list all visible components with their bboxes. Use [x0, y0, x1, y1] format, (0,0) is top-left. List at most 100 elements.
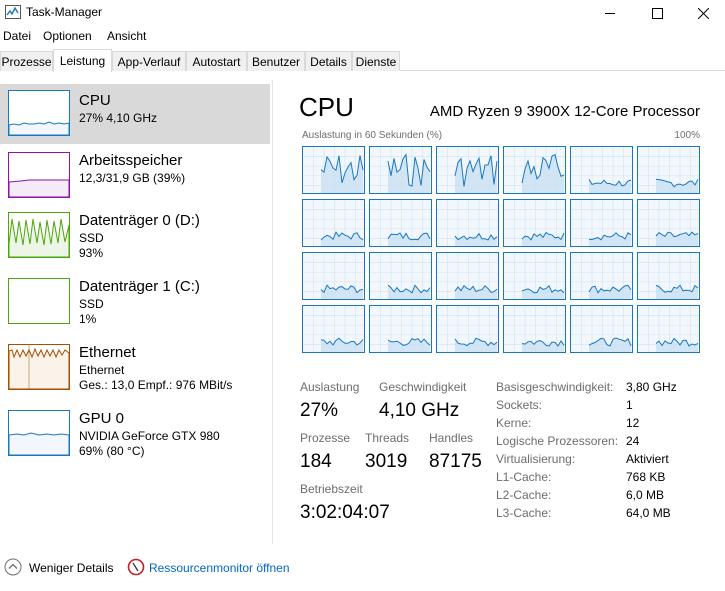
sidebar-item-disk0-title: Datenträger 0 (D:): [79, 212, 200, 229]
core-graph: [369, 199, 432, 247]
menu-ansicht[interactable]: Ansicht: [107, 29, 146, 43]
core-graph: [637, 305, 700, 353]
core-graph: [637, 199, 700, 247]
menu-optionen[interactable]: Optionen: [43, 29, 92, 43]
cpu-model: AMD Ryzen 9 3900X 12-Core Processor: [429, 103, 700, 120]
sidebar-divider: [272, 80, 273, 544]
minimize-button[interactable]: [587, 0, 633, 26]
utilization-label: Auslastung: [300, 380, 360, 394]
sidebar-item-cpu-title: CPU: [79, 92, 111, 109]
sidebar-item-disk1-line2: 1%: [79, 312, 97, 326]
tab-autostart[interactable]: Autostart: [186, 51, 247, 71]
info-label-virtualization: Virtualisierung:: [496, 452, 576, 466]
processes-value: 184: [300, 451, 332, 472]
info-value-l3-cache: 64,0 MB: [626, 506, 671, 520]
page-title: CPU: [299, 92, 354, 122]
chevron-up-icon: [4, 558, 22, 579]
info-label-sockets: Sockets:: [496, 398, 543, 412]
tab-prozesse[interactable]: Prozesse: [0, 51, 53, 71]
core-graph: [436, 199, 499, 247]
core-graph: [302, 146, 365, 194]
utilization-value: 27%: [300, 400, 339, 421]
core-graph: [369, 146, 432, 194]
info-label-l1-cache: L1-Cache:: [496, 470, 552, 484]
disk1-thumbnail: [8, 278, 70, 324]
core-graph: [302, 305, 365, 353]
core-graph: [503, 305, 566, 353]
sidebar-item-disk1-line1: SSD: [79, 297, 104, 311]
sidebar-item-memory-title: Arbeitsspeicher: [79, 152, 183, 169]
tab-bar: Prozesse Leistung App-Verlauf Autostart …: [0, 49, 725, 72]
info-value-l1-cache: 768 KB: [626, 470, 666, 484]
gpu-thumbnail: [8, 410, 70, 456]
core-graph: [436, 146, 499, 194]
sidebar-item-gpu-line1: NVIDIA GeForce GTX 980: [79, 429, 220, 443]
info-value-cores: 12: [626, 416, 640, 430]
sidebar-item-gpu-title: GPU 0: [79, 410, 125, 427]
sidebar-item-ethernet-line1: Ethernet: [79, 363, 125, 377]
sidebar-item-gpu-line2: 69% (80 °C): [79, 444, 145, 458]
maximize-button[interactable]: [634, 0, 680, 26]
core-graph: [503, 199, 566, 247]
footer: Weniger Details Ressourcenmonitor öffnen: [0, 555, 725, 581]
handles-value: 87175: [429, 451, 482, 472]
handles-label: Handles: [429, 431, 474, 445]
sidebar-item-cpu-line1: 27% 4,10 GHz: [79, 111, 158, 125]
task-manager-icon: [5, 5, 21, 20]
graph-max-label: 100%: [674, 130, 700, 141]
tab-details[interactable]: Details: [305, 51, 352, 71]
info-label-base-speed: Basisgeschwindigkeit:: [496, 380, 614, 394]
core-graph: [637, 252, 700, 300]
speed-value: 4,10 GHz: [379, 400, 460, 421]
info-value-base-speed: 3,80 GHz: [626, 380, 677, 394]
core-graph: [570, 146, 633, 194]
sidebar-item-memory-line1: 12,3/31,9 GB (39%): [79, 171, 186, 185]
speed-label: Geschwindigkeit: [379, 380, 467, 394]
info-value-virtualization: Aktiviert: [626, 452, 669, 466]
tab-app-verlauf[interactable]: App-Verlauf: [112, 51, 186, 71]
info-label-cores: Kerne:: [496, 416, 532, 430]
memory-thumbnail: [8, 152, 70, 198]
resource-monitor-icon: [127, 558, 145, 579]
core-graph: [503, 146, 566, 194]
core-graphs-grid: [302, 146, 702, 353]
window-title: Task-Manager: [26, 5, 103, 19]
ethernet-thumbnail: [8, 344, 70, 390]
cpu-thumbnail: [8, 90, 70, 136]
sidebar-item-ethernet-line2: Ges.: 13,0 Empf.: 976 MBit/s: [79, 378, 233, 392]
graph-caption: Auslastung in 60 Sekunden (%): [302, 130, 443, 141]
core-graph: [436, 252, 499, 300]
core-graph: [637, 146, 700, 194]
sidebar-item-disk0-line2: 93%: [79, 246, 104, 260]
core-graph: [570, 199, 633, 247]
info-label-l3-cache: L3-Cache:: [496, 506, 552, 520]
uptime-value: 3:02:04:07: [300, 502, 390, 523]
core-graph: [302, 252, 365, 300]
sidebar-item-disk1-title: Datenträger 1 (C:): [79, 278, 200, 295]
tab-leistung[interactable]: Leistung: [53, 49, 112, 72]
tab-dienste[interactable]: Dienste: [352, 51, 400, 71]
uptime-label: Betriebszeit: [300, 482, 363, 496]
core-graph: [570, 305, 633, 353]
resource-monitor-label: Ressourcenmonitor öffnen: [149, 561, 290, 575]
core-graph: [436, 305, 499, 353]
threads-value: 3019: [365, 451, 408, 472]
core-graph: [369, 252, 432, 300]
disk0-thumbnail: [8, 212, 70, 258]
sidebar-item-disk0-line1: SSD: [79, 231, 104, 245]
menu-datei[interactable]: Datei: [3, 29, 31, 43]
resource-sidebar: CPU 27% 4,10 GHz Arbeitsspeicher 12,3/31…: [0, 72, 272, 542]
core-graph: [369, 305, 432, 353]
info-label-logical-processors: Logische Prozessoren:: [496, 434, 619, 448]
core-graph: [302, 199, 365, 247]
core-graph: [503, 252, 566, 300]
close-button[interactable]: [680, 0, 725, 26]
threads-label: Threads: [365, 431, 410, 445]
sidebar-item-ethernet-title: Ethernet: [79, 344, 136, 361]
processes-label: Prozesse: [300, 431, 351, 445]
info-value-sockets: 1: [626, 398, 633, 412]
title-bar: Task-Manager: [0, 0, 725, 26]
tab-benutzer[interactable]: Benutzer: [247, 51, 305, 71]
core-graph: [570, 252, 633, 300]
info-label-l2-cache: L2-Cache:: [496, 488, 552, 502]
